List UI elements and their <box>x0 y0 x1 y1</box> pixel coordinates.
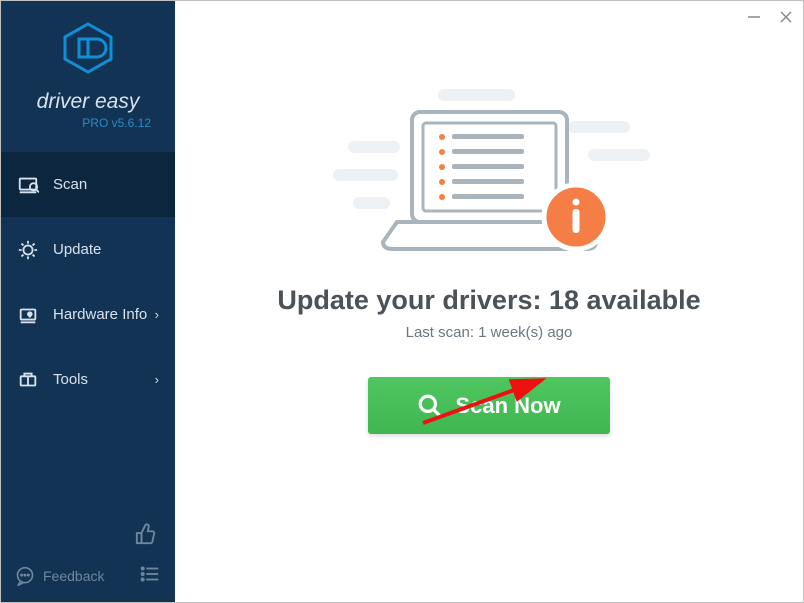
close-button[interactable] <box>779 10 793 28</box>
chevron-right-icon: › <box>155 307 159 322</box>
minimize-button[interactable] <box>747 10 761 28</box>
headline: Update your drivers: 18 available <box>277 285 700 316</box>
scan-button-label: Scan Now <box>455 393 560 419</box>
sidebar-item-scan[interactable]: Scan <box>1 152 175 217</box>
last-scan-text: Last scan: 1 week(s) ago <box>406 324 573 341</box>
main-content: Update your drivers: 18 available Last s… <box>175 1 803 602</box>
sidebar-item-label: Scan <box>53 176 87 193</box>
scan-now-button[interactable]: Scan Now <box>368 377 610 434</box>
available-count: 18 <box>549 285 579 315</box>
brand-version: PRO v5.6.12 <box>1 116 175 130</box>
search-icon <box>417 393 443 419</box>
sidebar-item-label: Update <box>53 241 101 258</box>
tools-icon <box>17 369 39 391</box>
feedback-label: Feedback <box>43 568 104 584</box>
sidebar-item-tools[interactable]: Tools › <box>1 347 175 412</box>
feedback-chat-icon <box>15 566 35 586</box>
sidebar-footer: Feedback <box>1 551 175 602</box>
svg-text:i: i <box>29 312 30 317</box>
hardware-info-icon: i <box>17 304 39 326</box>
sidebar: driver easy PRO v5.6.12 Scan <box>1 1 175 602</box>
logo-area: driver easy PRO v5.6.12 <box>1 1 175 138</box>
list-menu-icon[interactable] <box>139 563 161 588</box>
app-window: driver easy PRO v5.6.12 Scan <box>1 1 803 602</box>
sidebar-nav: Scan Update i <box>1 152 175 412</box>
sidebar-item-update[interactable]: Update <box>1 217 175 282</box>
brand-name: driver easy <box>1 90 175 114</box>
brand-logo-icon <box>61 21 115 80</box>
thumbs-up-icon[interactable] <box>135 523 157 550</box>
laptop-illustration <box>324 77 654 267</box>
scan-icon <box>17 174 39 196</box>
sidebar-item-label: Tools <box>53 371 88 388</box>
titlebar <box>175 1 803 37</box>
sidebar-item-hardware-info[interactable]: i Hardware Info › <box>1 282 175 347</box>
chevron-right-icon: › <box>155 372 159 387</box>
feedback-button[interactable]: Feedback <box>15 566 104 586</box>
content-area: Update your drivers: 18 available Last s… <box>175 37 803 434</box>
update-icon <box>17 239 39 261</box>
sidebar-item-label: Hardware Info <box>53 306 147 323</box>
